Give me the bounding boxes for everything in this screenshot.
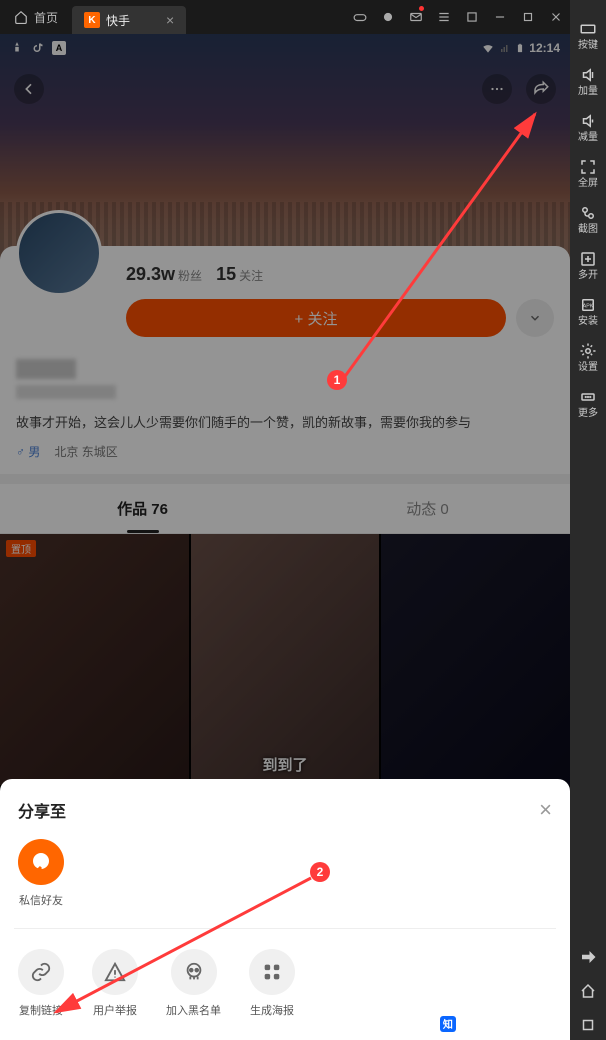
mail-icon[interactable] <box>402 0 430 34</box>
tab-works[interactable]: 作品 76 <box>0 484 285 533</box>
home-tab[interactable]: 首页 <box>0 0 72 34</box>
share-title: 分享至 <box>18 798 66 822</box>
clock: 12:14 <box>529 41 560 55</box>
wifi-icon <box>481 41 495 55</box>
sidebar-volume-down[interactable]: 减量 <box>578 108 598 148</box>
annotation-label-2: 2 <box>310 862 330 882</box>
sidebar-keys[interactable]: 按键 <box>578 16 598 56</box>
window-titlebar: 首页 K 快手 × <box>0 0 570 34</box>
fans-count[interactable]: 29.3w <box>126 264 175 284</box>
link-icon <box>18 949 64 995</box>
home-icon <box>14 10 28 24</box>
kuaishou-app-icon: K <box>84 12 100 28</box>
home-label: 首页 <box>34 9 58 26</box>
status-bar: A 12:14 <box>0 34 570 62</box>
share-generate-poster[interactable]: 生成海报 <box>249 949 295 1018</box>
qrcode-icon <box>249 949 295 995</box>
chat-icon <box>18 839 64 885</box>
video-caption: 到到了 <box>191 754 380 775</box>
signal-icon <box>499 42 511 54</box>
fans-label: 粉丝 <box>178 269 202 283</box>
tab-close-icon[interactable]: × <box>166 12 174 28</box>
share-close-button[interactable]: × <box>539 797 552 823</box>
skull-icon <box>171 949 217 995</box>
sidebar-install[interactable]: APK安装 <box>578 292 598 332</box>
userid-redacted <box>16 385 116 399</box>
nav-back-icon[interactable] <box>579 944 597 972</box>
share-button[interactable] <box>526 74 556 104</box>
back-button[interactable] <box>14 74 44 104</box>
sidebar-screenshot[interactable]: 截图 <box>578 200 598 240</box>
video-item[interactable]: 到到了 <box>191 534 380 786</box>
username-redacted <box>16 359 76 379</box>
follow-button[interactable]: + 关注 <box>126 299 506 337</box>
more-button[interactable] <box>482 74 512 104</box>
gender-badge: ♂ 男 <box>16 443 40 460</box>
video-item[interactable] <box>381 534 570 786</box>
sidebar-more[interactable]: 更多 <box>578 384 598 424</box>
annotation-label-1: 1 <box>327 370 347 390</box>
status-tiktok-icon <box>32 42 44 54</box>
share-report-user[interactable]: 用户举报 <box>92 949 138 1018</box>
share-blacklist[interactable]: 加入黑名单 <box>166 949 221 1018</box>
minimize-icon[interactable] <box>486 0 514 34</box>
sidebar-multi-instance[interactable]: 多开 <box>578 246 598 286</box>
pin-badge: 置顶 <box>6 540 36 557</box>
share-private-message[interactable]: 私信好友 <box>18 839 64 908</box>
sidebar-fullscreen[interactable]: 全屏 <box>578 154 598 194</box>
following-count[interactable]: 15 <box>216 264 236 284</box>
sidebar-settings[interactable]: 设置 <box>578 338 598 378</box>
share-copy-link[interactable]: 复制链接 <box>18 949 64 1018</box>
profile-bio: 故事才开始，这会儿人少需要你们随手的一个赞，凯的新故事，需要你我的参与 <box>16 413 554 433</box>
location-label: 北京 东城区 <box>54 443 117 460</box>
menu-icon[interactable] <box>430 0 458 34</box>
video-item[interactable]: 置顶 <box>0 534 189 786</box>
sidebar-volume-up[interactable]: 加量 <box>578 62 598 102</box>
following-label: 关注 <box>239 269 263 283</box>
warning-icon <box>92 949 138 995</box>
nav-home-icon[interactable] <box>579 978 597 1006</box>
share-sheet: 分享至 × 私信好友 复制链接 用户举报 加入黑名单 <box>0 779 570 1040</box>
content-tabs: 作品 76 动态 0 <box>0 484 570 534</box>
battery-icon <box>515 41 525 55</box>
status-app-icon: A <box>52 41 66 55</box>
avatar[interactable] <box>16 210 102 296</box>
app-tab[interactable]: K 快手 × <box>72 6 186 34</box>
svg-text:APK: APK <box>583 303 594 309</box>
emulator-sidebar: 按键 加量 减量 全屏 截图 多开 APK安装 设置 更多 <box>570 0 606 1040</box>
close-window-icon[interactable] <box>542 0 570 34</box>
nav-recents-icon[interactable] <box>579 1012 597 1040</box>
user-icon[interactable] <box>374 0 402 34</box>
zhihu-logo-icon: 知 <box>440 1016 456 1032</box>
zhihu-watermark: 知 @电商自媒体领域 <box>440 1015 558 1032</box>
tab-moments[interactable]: 动态 0 <box>285 484 570 533</box>
app-tab-label: 快手 <box>106 12 130 29</box>
maximize-icon[interactable] <box>514 0 542 34</box>
expand-window-icon[interactable] <box>458 0 486 34</box>
profile-info-card: 29.3w粉丝 15关注 + 关注 故事才开始，这会儿人少需要你们随手的一个赞，… <box>0 246 570 474</box>
gamepad-icon[interactable] <box>346 0 374 34</box>
status-rocket-icon <box>10 41 24 55</box>
expand-suggestions-button[interactable] <box>516 299 554 337</box>
